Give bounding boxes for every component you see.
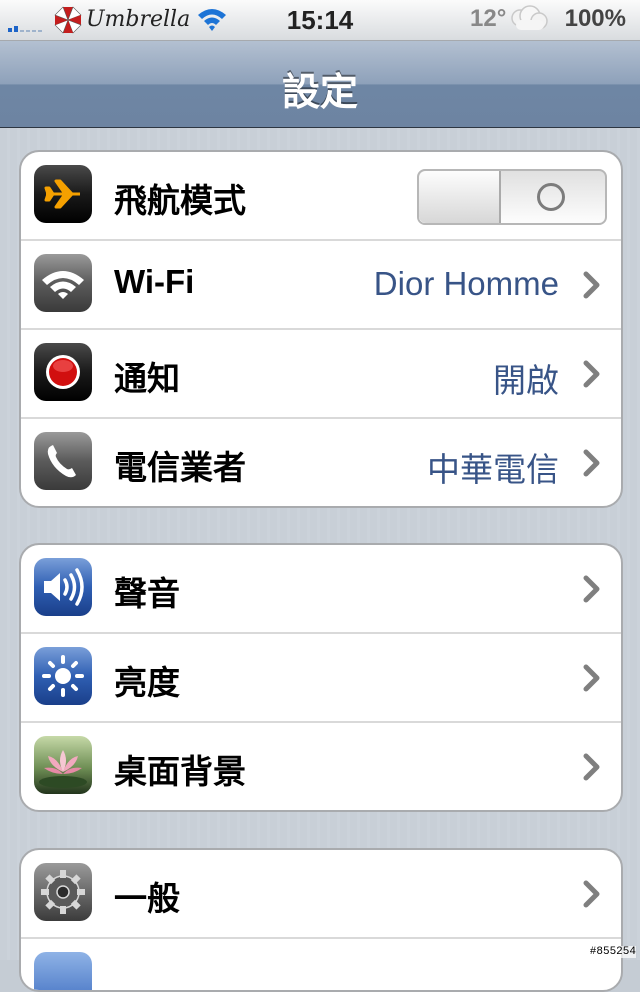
sounds-label: 聲音: [114, 575, 180, 612]
battery-percentage: 100%: [564, 5, 626, 32]
toggle-knob[interactable]: [419, 171, 501, 223]
chevron-right-icon: [583, 880, 600, 908]
chevron-right-icon: [583, 449, 600, 477]
airplane-icon: [34, 165, 92, 223]
app-icon: [34, 952, 92, 990]
gear-icon: [34, 863, 92, 921]
navigation-bar: 設定: [0, 41, 640, 128]
wifi-icon: [34, 254, 92, 312]
settings-row-next[interactable]: [21, 939, 621, 990]
status-bar: Umbrella 15:14 12° 100%: [0, 0, 640, 41]
chevron-right-icon: [583, 664, 600, 692]
wifi-value: Dior Homme: [373, 265, 559, 302]
notifications-value: 開啟: [493, 362, 559, 399]
chevron-right-icon: [583, 271, 600, 299]
weather-temperature: 12°: [470, 5, 507, 32]
settings-row-brightness[interactable]: 亮度: [21, 634, 621, 723]
wallpaper-icon: [34, 736, 92, 794]
page-title: 設定: [281, 72, 358, 114]
toggle-off-indicator: [537, 183, 565, 211]
speaker-icon: [34, 558, 92, 616]
settings-row-airplane-mode: 飛航模式: [21, 152, 621, 241]
airplane-mode-toggle[interactable]: [417, 169, 607, 225]
carrier-value: 中華電信: [427, 451, 559, 488]
cloud-icon: [511, 5, 548, 30]
settings-row-sounds[interactable]: 聲音: [21, 545, 621, 634]
settings-row-carrier[interactable]: 電信業者 中華電信: [21, 419, 621, 506]
airplane-mode-label: 飛航模式: [114, 182, 246, 219]
settings-row-wallpaper[interactable]: 桌面背景: [21, 723, 621, 810]
notifications-label: 通知: [114, 360, 180, 397]
settings-row-wifi[interactable]: Wi-Fi Dior Homme: [21, 241, 621, 330]
wifi-label: Wi-Fi: [114, 263, 195, 300]
chevron-right-icon: [583, 575, 600, 603]
carrier-label: 電信業者: [114, 449, 246, 486]
brightness-icon: [34, 647, 92, 705]
chevron-right-icon: [583, 753, 600, 781]
settings-group-connectivity: 飛航模式 Wi-Fi Dior Homme 通知 開啟 電信業者 中華電信: [19, 150, 623, 508]
watermark: #855254: [589, 946, 636, 958]
brightness-label: 亮度: [114, 664, 180, 701]
general-label: 一般: [114, 880, 180, 917]
settings-group-general: 一般: [19, 848, 623, 992]
wallpaper-label: 桌面背景: [114, 753, 246, 790]
chevron-right-icon: [583, 360, 600, 388]
notification-icon: [34, 343, 92, 401]
settings-row-general[interactable]: 一般: [21, 850, 621, 939]
settings-group-display: 聲音 亮度 桌面背景: [19, 543, 623, 812]
settings-row-notifications[interactable]: 通知 開啟: [21, 330, 621, 419]
phone-icon: [34, 432, 92, 490]
